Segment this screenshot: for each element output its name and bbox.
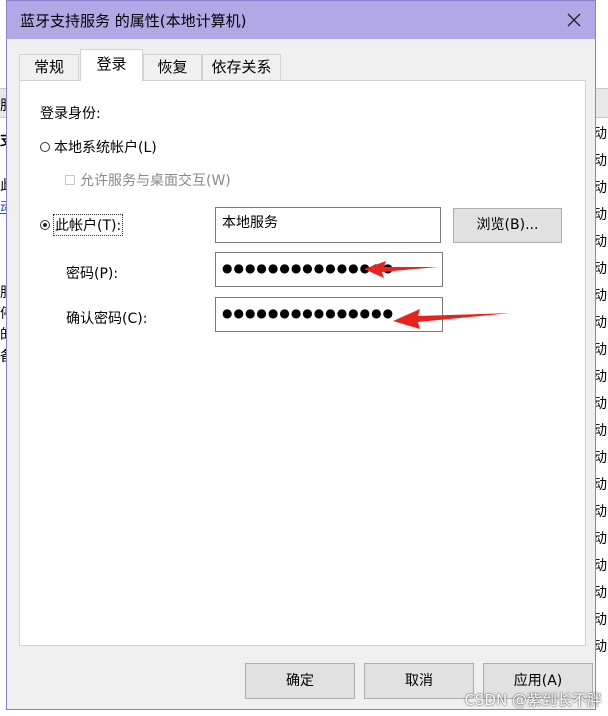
properties-dialog: 蓝牙支持服务 的属性(本地计算机) 常规 登录 恢复 依存关系 登录身份: 本地… xyxy=(6,0,596,710)
logon-as-heading: 登录身份: xyxy=(40,106,101,122)
allow-desktop-label: 允许服务与桌面交互(W) xyxy=(80,173,231,189)
close-button[interactable] xyxy=(557,5,591,35)
tab-dependencies[interactable]: 依存关系 xyxy=(202,54,281,80)
this-account-radio[interactable] xyxy=(40,220,50,230)
window-title: 蓝牙支持服务 的属性(本地计算机) xyxy=(20,12,247,30)
account-input[interactable]: 本地服务 xyxy=(215,207,441,243)
watermark: CSDN @紫到长不胖 xyxy=(464,691,602,709)
logon-panel: 登录身份: 本地系统帐户(L) 允许服务与桌面交互(W) 此帐户(T): 本地服… xyxy=(19,80,586,646)
title-bar: 蓝牙支持服务 的属性(本地计算机) xyxy=(7,1,595,39)
tab-logon[interactable]: 登录 xyxy=(80,49,143,81)
this-account-label: 此帐户(T): xyxy=(53,214,124,236)
tab-recovery[interactable]: 恢复 xyxy=(143,54,202,80)
ok-button[interactable]: 确定 xyxy=(245,663,355,699)
red-arrow-icon xyxy=(364,261,438,278)
allow-desktop-checkbox[interactable] xyxy=(65,175,75,185)
browse-button[interactable]: 浏览(B)... xyxy=(453,208,562,243)
cancel-button[interactable]: 取消 xyxy=(364,663,474,699)
red-arrow-icon xyxy=(393,309,511,329)
local-system-label: 本地系统帐户(L) xyxy=(54,140,157,156)
tab-general[interactable]: 常规 xyxy=(19,54,79,80)
password-label: 密码(P): xyxy=(66,266,119,282)
confirm-password-label: 确认密码(C): xyxy=(66,311,148,327)
close-icon xyxy=(567,13,581,27)
local-system-radio[interactable] xyxy=(40,142,50,152)
